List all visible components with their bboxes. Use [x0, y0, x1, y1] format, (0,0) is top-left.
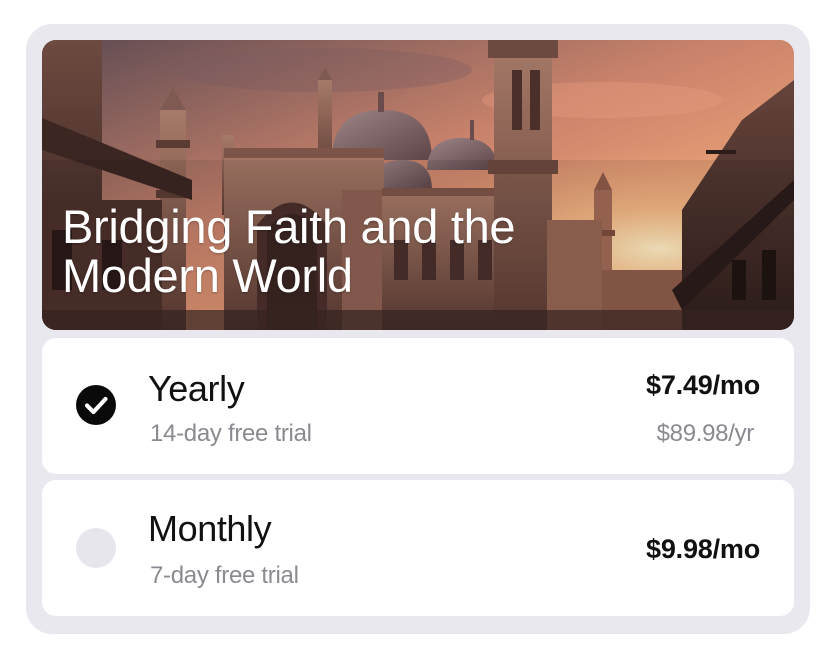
unselected-radio[interactable] — [76, 528, 116, 568]
check-icon — [84, 396, 108, 415]
plan-trial: 7-day free trial — [150, 562, 299, 589]
plan-option-yearly[interactable]: Yearly 14-day free trial $7.49/mo $89.98… — [42, 338, 794, 474]
plan-name: Yearly — [148, 368, 245, 409]
plan-annual-price: $89.98/yr — [656, 420, 755, 447]
subscription-panel: Bridging Faith and the Modern World Year… — [26, 24, 810, 634]
hero-title: Bridging Faith and the Modern World — [62, 200, 516, 302]
plan-option-monthly[interactable]: Monthly 7-day free trial $9.98/mo — [42, 480, 794, 616]
plan-price: $9.98/mo — [646, 534, 760, 564]
plan-price: $7.49/mo — [646, 370, 760, 400]
plan-trial: 14-day free trial — [150, 420, 312, 447]
hero-banner: Bridging Faith and the Modern World — [42, 40, 794, 330]
selected-radio[interactable] — [76, 385, 116, 425]
plan-name: Monthly — [148, 508, 272, 549]
